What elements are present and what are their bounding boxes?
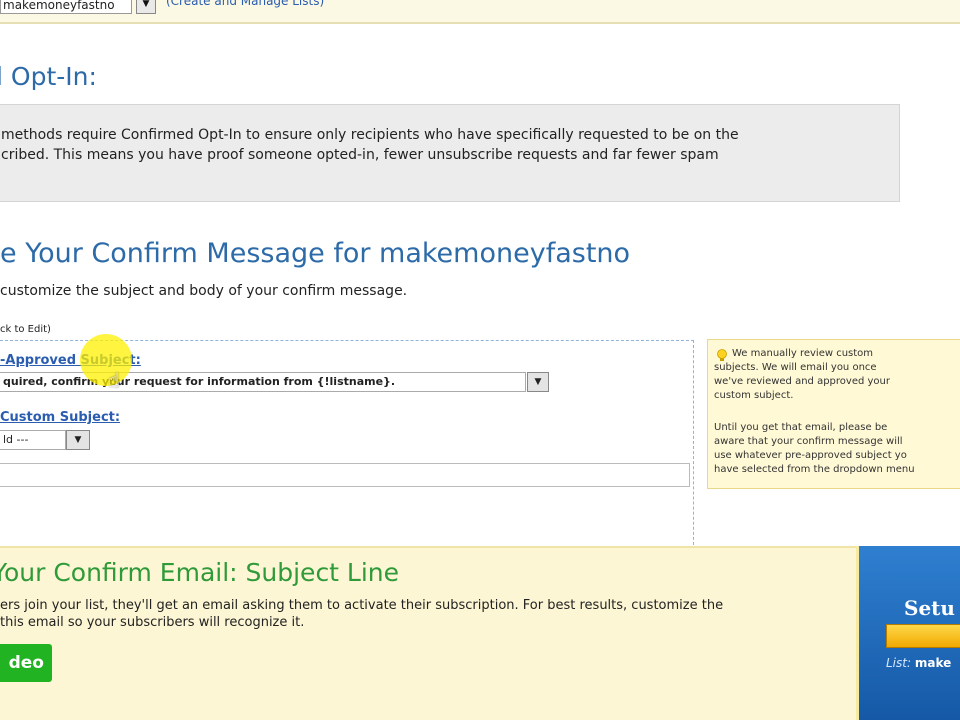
note-line: subjects. We will email you once bbox=[714, 362, 877, 373]
chevron-down-icon[interactable]: ▼ bbox=[136, 0, 156, 14]
insert-field-select[interactable]: ld --- bbox=[0, 430, 66, 450]
custom-subject-label[interactable]: Custom Subject: bbox=[0, 410, 120, 425]
top-bar: makemoneyfastno ▼ (Create and Manage Lis… bbox=[0, 0, 960, 24]
optin-heading: l Opt-In: bbox=[0, 62, 97, 91]
hand-cursor-icon: ☝ bbox=[108, 368, 121, 392]
review-note-box: We manually review custom subjects. We w… bbox=[707, 339, 960, 489]
note-line: we've reviewed and approved your bbox=[714, 376, 890, 387]
note-line: have selected from the dropdown menu bbox=[714, 464, 915, 475]
create-manage-lists-link[interactable]: (Create and Manage Lists) bbox=[166, 0, 324, 8]
banner-title: Your Confirm Email: Subject Line bbox=[0, 558, 400, 587]
custom-subject-input[interactable] bbox=[0, 463, 690, 487]
customize-description: customize the subject and body of your c… bbox=[0, 283, 408, 299]
setup-title: Setu bbox=[904, 596, 955, 620]
customize-heading: e Your Confirm Message for makemoneyfast… bbox=[0, 238, 631, 269]
optin-info-line: methods require Confirmed Opt-In to ensu… bbox=[1, 127, 739, 143]
note-line: Until you get that email, please be bbox=[714, 422, 888, 433]
list-name: make bbox=[914, 656, 952, 670]
banner-text-line: this email so your subscribers will reco… bbox=[0, 615, 305, 630]
pre-approved-subject-select[interactable]: quired, confirm your request for informa… bbox=[0, 372, 526, 392]
chevron-down-icon[interactable]: ▼ bbox=[527, 372, 549, 392]
note-line: custom subject. bbox=[714, 390, 794, 401]
cursor-highlight bbox=[80, 334, 132, 386]
list-select[interactable]: makemoneyfastno bbox=[0, 0, 132, 14]
setup-list-label: List: make bbox=[886, 656, 951, 670]
list-label: List: bbox=[886, 656, 912, 670]
back-to-edit-link[interactable]: ck to Edit) bbox=[0, 324, 51, 335]
lightbulb-icon bbox=[717, 349, 727, 361]
note-line: We manually review custom bbox=[732, 348, 874, 359]
optin-info-box: methods require Confirmed Opt-In to ensu… bbox=[0, 104, 900, 202]
banner-text-line: ers join your list, they'll get an email… bbox=[0, 598, 724, 613]
note-line: aware that your confirm message will bbox=[714, 436, 903, 447]
chevron-down-icon[interactable]: ▼ bbox=[66, 430, 90, 450]
note-line: use whatever pre-approved subject yo bbox=[714, 450, 907, 461]
watch-video-button[interactable]: deo bbox=[0, 644, 52, 682]
optin-info-line: cribed. This means you have proof someon… bbox=[1, 147, 719, 163]
setup-progress-bar bbox=[886, 624, 960, 648]
